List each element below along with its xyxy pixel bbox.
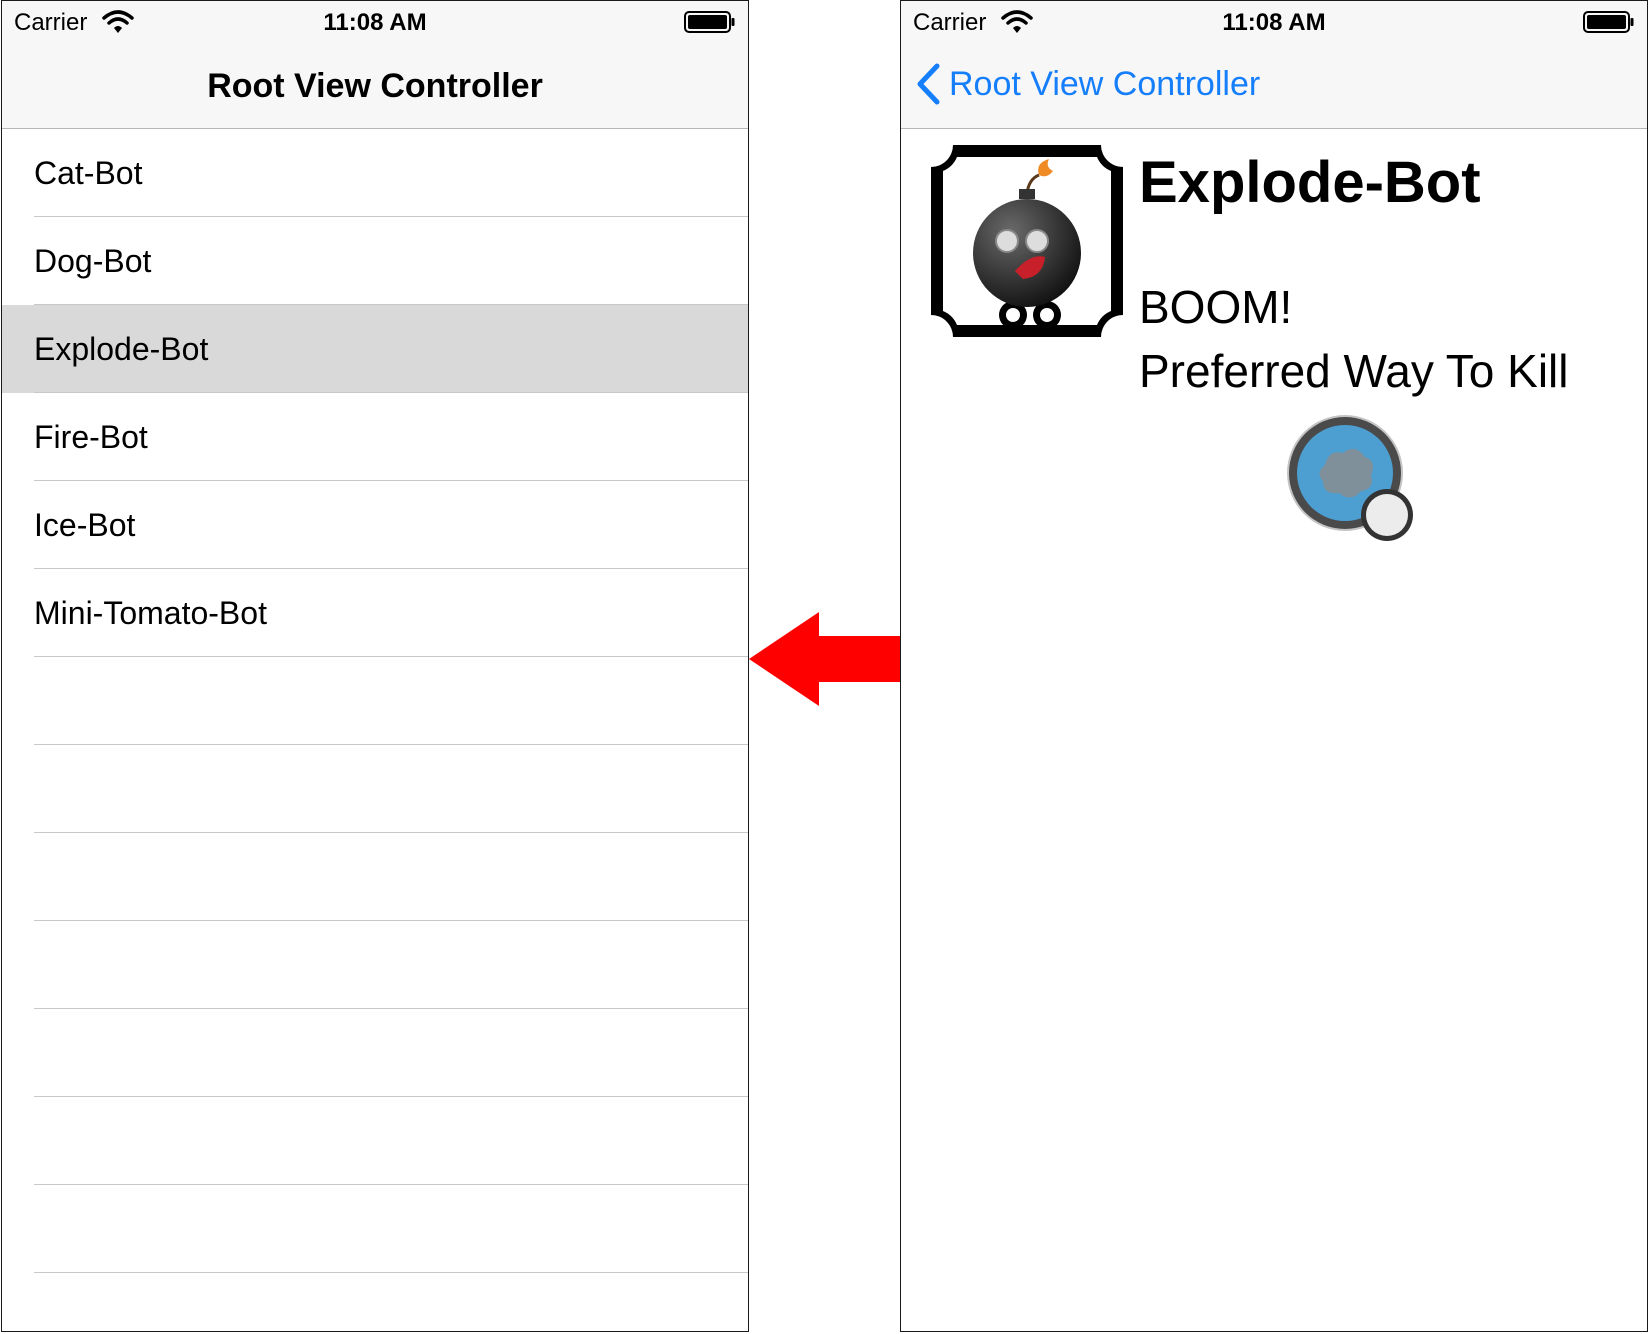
table-row[interactable]: Fire-Bot [2,393,748,481]
empty-table-row [2,745,748,833]
table-row-label: Dog-Bot [34,243,152,279]
navigation-bar: Root View Controller [901,43,1647,129]
table-row[interactable]: Dog-Bot [2,217,748,305]
bot-table: Cat-Bot Dog-Bot Explode-Bot Fire-Bot Ice-Bot… [2,129,748,1331]
phone-screen-list: Carrier 11:08 AM Root View Controller Ca… [1,0,749,1332]
navigation-bar: Root View Controller [2,43,748,129]
status-time: 11:08 AM [1222,9,1326,36]
back-button-label: Root View Controller [949,64,1261,103]
explosion-icon [1287,415,1413,541]
battery-icon [684,11,735,33]
status-time: 11:08 AM [323,9,427,36]
table-row[interactable]: Ice-Bot [2,481,748,569]
arrow-left-icon [749,612,901,706]
phone-screen-detail: Carrier 11:08 AM Root View Controller Ex… [900,0,1648,1332]
empty-table-row [2,1185,748,1273]
status-bar: Carrier 11:08 AM [901,1,1647,43]
empty-table-row [2,1097,748,1185]
empty-table-row [2,1009,748,1097]
chevron-left-icon [917,63,940,105]
kill-method-label: Preferred Way To Kill [1139,345,1569,397]
table-row-label: Cat-Bot [34,155,143,191]
bot-name-label: Explode-Bot [1139,150,1481,215]
empty-table-row [2,833,748,921]
table-row-label: Mini-Tomato-Bot [34,595,267,631]
bot-sound-label: BOOM! [1139,281,1293,333]
table-row-label: Ice-Bot [34,507,136,543]
empty-table-row [2,921,748,1009]
status-bar: Carrier 11:08 AM [2,1,748,43]
battery-icon [1583,11,1634,33]
back-button[interactable]: Root View Controller [915,59,1260,109]
table-row-label: Explode-Bot [34,331,209,367]
empty-table-row [2,1273,748,1331]
table-row[interactable]: Mini-Tomato-Bot [2,569,748,657]
table-row-label: Fire-Bot [34,419,148,455]
table-row[interactable]: Cat-Bot [2,129,748,217]
empty-table-row [2,657,748,745]
bomb-robot-icon [931,145,1123,337]
table-row[interactable]: Explode-Bot [2,305,748,393]
nav-title: Root View Controller [207,67,543,105]
